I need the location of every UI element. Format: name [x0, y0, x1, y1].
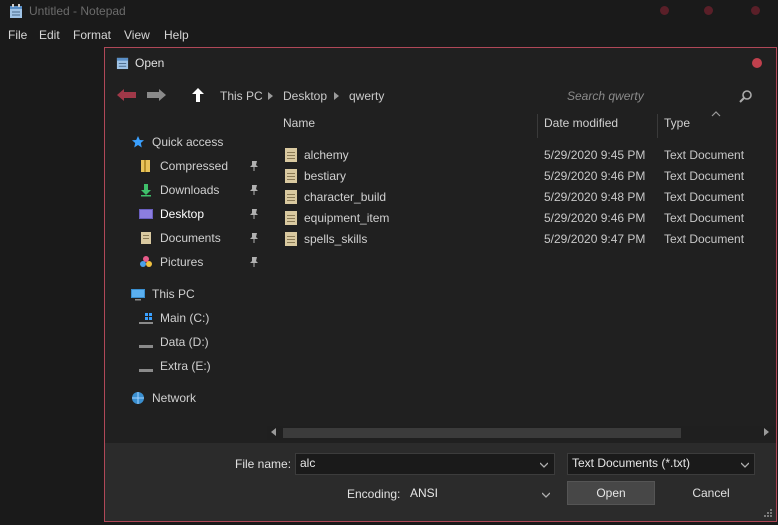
open-dialog: Open This PC Desktop qwerty Search qwert… [104, 47, 777, 522]
search-input[interactable]: Search qwerty [567, 89, 644, 103]
drive-icon [139, 369, 153, 372]
notepad-title: Untitled - Notepad [29, 4, 126, 18]
bottom-panel: File name: alc Text Documents (*.txt) En… [105, 443, 776, 521]
breadcrumb-qwerty[interactable]: qwerty [349, 89, 384, 103]
resize-grip-icon[interactable] [762, 507, 772, 517]
file-row-alchemy[interactable]: alchemy 5/29/2020 9:45 PM Text Document [277, 145, 772, 165]
cancel-button[interactable]: Cancel [663, 481, 759, 505]
document-icon [141, 232, 151, 244]
open-button[interactable]: Open [567, 481, 655, 505]
file-type-select[interactable]: Text Documents (*.txt) [567, 453, 755, 475]
column-header-type[interactable]: Type [664, 116, 690, 136]
scroll-right-icon[interactable] [764, 428, 769, 436]
forward-arrow-icon [147, 89, 166, 101]
horizontal-scrollbar[interactable] [267, 426, 775, 440]
encoding-label: Encoding: [347, 487, 401, 501]
pin-icon[interactable] [249, 161, 259, 171]
sidebar-item-downloads[interactable]: Downloads [139, 180, 219, 200]
drive-icon [139, 345, 153, 348]
encoding-select[interactable]: ANSI [405, 483, 555, 505]
dialog-title-bar: Open [105, 48, 776, 78]
sidebar-item-compressed[interactable]: Compressed [139, 156, 228, 176]
network-icon [132, 392, 144, 404]
sidebar-item-documents[interactable]: Documents [139, 228, 221, 248]
chevron-down-icon[interactable] [542, 491, 550, 499]
scroll-left-icon[interactable] [271, 428, 276, 436]
sidebar-item-quick-access[interactable]: Quick access [131, 132, 223, 152]
file-name-input[interactable]: alc [295, 453, 555, 475]
minimize-dot[interactable] [660, 6, 669, 15]
maximize-dot[interactable] [704, 6, 713, 15]
text-file-icon [285, 211, 297, 225]
menu-help[interactable]: Help [164, 28, 189, 42]
sidebar-item-extra-e[interactable]: Extra (E:) [139, 356, 211, 376]
navigation-pane: Quick access Compressed Downloads Deskto… [105, 128, 270, 428]
pin-icon[interactable] [249, 257, 259, 267]
up-button[interactable] [191, 88, 205, 102]
sidebar-item-main-c[interactable]: Main (C:) [139, 308, 209, 328]
desktop-icon [139, 209, 153, 219]
chevron-down-icon[interactable] [741, 461, 749, 469]
breadcrumb-this-pc[interactable]: This PC [220, 89, 263, 103]
close-dot[interactable] [751, 6, 760, 15]
back-arrow-icon [117, 89, 136, 101]
folder-icon [141, 160, 150, 172]
pin-icon[interactable] [249, 209, 259, 219]
pin-icon[interactable] [249, 233, 259, 243]
column-divider[interactable] [537, 114, 538, 138]
dialog-close-button[interactable] [752, 58, 762, 68]
menu-edit[interactable]: Edit [39, 28, 60, 42]
back-button[interactable] [117, 88, 137, 102]
download-icon [141, 184, 151, 197]
sort-ascending-icon [711, 111, 721, 117]
text-file-icon [285, 169, 297, 183]
sidebar-item-pictures[interactable]: Pictures [139, 252, 203, 272]
file-name-label: File name: [235, 457, 292, 471]
address-bar: This PC Desktop qwerty Search qwerty [105, 79, 776, 111]
notepad-icon [116, 57, 129, 70]
notepad-title-bar: Untitled - Notepad [0, 0, 778, 24]
menu-file[interactable]: File [8, 28, 27, 42]
breadcrumb-desktop[interactable]: Desktop [283, 89, 327, 103]
file-row-spells-skills[interactable]: spells_skills 5/29/2020 9:47 PM Text Doc… [277, 229, 772, 249]
breadcrumb-chevron-icon[interactable] [334, 92, 339, 100]
computer-icon [131, 289, 145, 301]
scrollbar-thumb[interactable] [283, 428, 681, 438]
pin-icon[interactable] [249, 185, 259, 195]
text-file-icon [285, 232, 297, 246]
forward-button[interactable] [146, 88, 166, 102]
sidebar-item-desktop[interactable]: Desktop [139, 204, 204, 224]
notepad-icon [10, 4, 22, 18]
file-row-bestiary[interactable]: bestiary 5/29/2020 9:46 PM Text Document [277, 166, 772, 186]
menu-view[interactable]: View [124, 28, 150, 42]
sidebar-item-data-d[interactable]: Data (D:) [139, 332, 209, 352]
windows-drive-icon [139, 313, 153, 324]
column-header-date[interactable]: Date modified [544, 116, 618, 136]
text-file-icon [285, 148, 297, 162]
menu-format[interactable]: Format [73, 28, 111, 42]
chevron-down-icon[interactable] [540, 461, 548, 469]
notepad-menu-bar: File Edit Format View Help [0, 25, 778, 45]
text-file-icon [285, 190, 297, 204]
pictures-icon [140, 256, 152, 267]
star-icon [132, 136, 144, 148]
breadcrumb-chevron-icon[interactable] [268, 92, 273, 100]
search-icon[interactable] [739, 89, 753, 103]
dialog-title: Open [135, 56, 165, 70]
file-row-character-build[interactable]: character_build 5/29/2020 9:48 PM Text D… [277, 187, 772, 207]
column-header-name[interactable]: Name [283, 116, 315, 136]
sidebar-item-network[interactable]: Network [131, 388, 196, 408]
sidebar-item-this-pc[interactable]: This PC [131, 284, 195, 304]
up-arrow-icon [192, 88, 204, 102]
file-row-equipment-item[interactable]: equipment_item 5/29/2020 9:46 PM Text Do… [277, 208, 772, 228]
column-divider[interactable] [657, 114, 658, 138]
